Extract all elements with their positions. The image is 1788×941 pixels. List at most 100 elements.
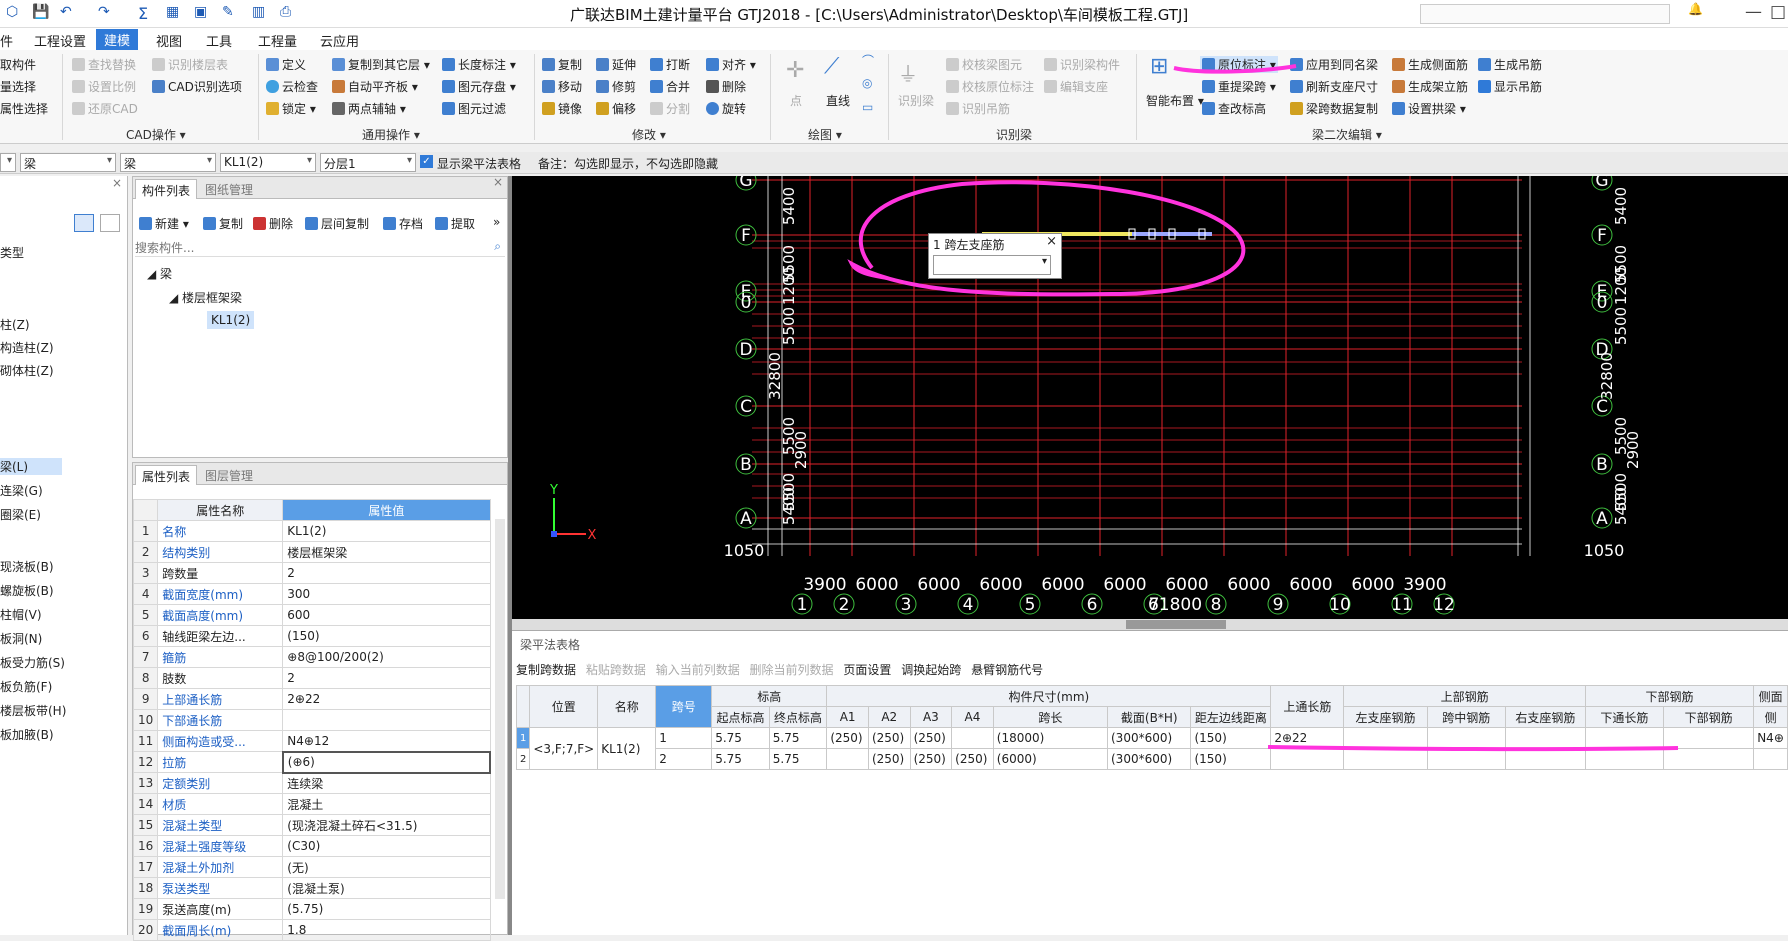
recognize-beam-icon[interactable]: ⏚ (898, 58, 918, 87)
help-search-input[interactable] (1420, 4, 1670, 24)
gen-side-bar-button[interactable]: 生成侧面筋 (1392, 56, 1468, 73)
table-cell[interactable]: (300*600) (1106, 748, 1192, 770)
property-scrollbar[interactable] (495, 519, 505, 899)
prop-row[interactable]: 6 轴线距梁左边... (150) (132, 625, 491, 647)
prop-row[interactable]: 2 结构类别 楼层框架梁 (132, 541, 491, 563)
cell-position[interactable]: <3,F;7,F> (529, 727, 599, 770)
prop-row[interactable]: 1 名称 KL1(2) (132, 520, 491, 542)
component-combo[interactable]: KL1(2) (220, 153, 316, 172)
print-icon[interactable]: ⎙ (280, 4, 291, 20)
nav-slab-neg-bar[interactable]: 板负筋(F) (0, 678, 52, 695)
tree-node-frame-beam[interactable]: ◢ 楼层框架梁 (169, 289, 242, 306)
new-component-button[interactable]: 新建 ▾ (139, 215, 189, 232)
table-cell[interactable]: (250) (826, 727, 869, 749)
recognize-beam-button[interactable]: 识别梁 (898, 92, 934, 109)
prop-value[interactable]: (C30) (282, 835, 491, 857)
prop-row[interactable]: 17 混凝土外加剂 (无) (132, 856, 491, 878)
archive-button[interactable]: 存档 (383, 215, 423, 232)
gen-erection-bar-button[interactable]: 生成架立筋 (1392, 78, 1468, 95)
edit-support-button[interactable]: 编辑支座 (1044, 78, 1108, 95)
prop-row[interactable]: 9 上部通长筋 2⊕22 (132, 688, 491, 710)
nav-column-cap[interactable]: 柱帽(V) (0, 606, 42, 623)
search-icon[interactable]: ⌕ (494, 239, 501, 254)
report-icon[interactable]: ▦ (166, 4, 179, 20)
menu-quantity[interactable]: 工程量 (258, 31, 297, 50)
type-combo[interactable]: 梁 (20, 153, 116, 172)
floor-combo[interactable] (0, 153, 16, 172)
prop-row[interactable]: 19 泵送高度(m) (5.75) (132, 898, 491, 920)
nav-masonry-column[interactable]: 砌体柱(Z) (0, 362, 54, 379)
restore-cad-button[interactable]: 还原CAD (72, 100, 138, 117)
sum-icon[interactable]: Σ (138, 4, 148, 23)
break-button[interactable]: 打断 (650, 56, 690, 73)
rect-icon[interactable]: ▭ (862, 100, 873, 114)
split-button[interactable]: 分割 (650, 100, 690, 117)
prop-row[interactable]: 11 侧面构造或受... N4⊕12 (132, 730, 491, 752)
prop-value[interactable]: 连续梁 (282, 772, 491, 794)
check-beam-button[interactable]: 校核梁图元 (946, 56, 1022, 73)
app-icon[interactable]: ⬡ (6, 4, 18, 20)
table-cell[interactable]: (250) (909, 727, 953, 749)
layer-copy-button[interactable]: 层间复制 (305, 215, 369, 232)
nav-column[interactable]: 柱(Z) (0, 316, 30, 333)
menu-tools[interactable]: 工具 (206, 31, 232, 50)
cell-name[interactable]: KL1(2) (597, 727, 657, 770)
menu-project-settings[interactable]: 工程设置 (34, 31, 86, 50)
nav-type[interactable]: 类型 (0, 244, 24, 261)
nav-slab-strip[interactable]: 楼层板带(H) (0, 702, 66, 719)
table-cell[interactable]: (18000) (992, 727, 1109, 749)
copy-component-button[interactable]: 复制 (203, 215, 243, 232)
line-icon[interactable]: ⟋ (824, 54, 839, 79)
lock-button[interactable]: 锁定 ▾ (266, 100, 316, 117)
element-save-button[interactable]: 图元存盘 ▾ (442, 78, 516, 95)
merge-button[interactable]: 合并 (650, 78, 690, 95)
refresh-support-button[interactable]: 刷新支座尺寸 (1290, 78, 1378, 95)
batch-select-button[interactable]: 量选择 (0, 78, 36, 95)
nav-slab-hole[interactable]: 板洞(N) (0, 630, 42, 647)
prop-value[interactable]: (5.75) (282, 898, 491, 920)
table-cell[interactable]: 2 (655, 748, 713, 770)
tree-node-beam[interactable]: ◢ 梁 (147, 265, 172, 282)
prop-value[interactable]: KL1(2) (282, 520, 491, 542)
nav-constructional-column[interactable]: 构造柱(Z) (0, 339, 54, 356)
prop-value[interactable]: 600 (282, 604, 491, 626)
cad-drawing[interactable]: G GF FE E0 0D DC CB BA A5400 54005500 55001200 1200… (512, 176, 1788, 619)
offset-button[interactable]: 偏移 (596, 100, 636, 117)
prop-value[interactable]: (现浇混凝土碎石<31.5) (282, 814, 491, 836)
prop-row[interactable]: 15 混凝土类型 (现浇混凝土碎石<31.5) (132, 814, 491, 836)
minimize-icon[interactable]: — (1745, 2, 1762, 22)
cad-options-button[interactable]: CAD识别选项 (152, 78, 242, 95)
table-cell[interactable] (951, 727, 994, 749)
page-setup-button[interactable]: 页面设置 (843, 663, 891, 677)
bell-icon[interactable]: 🔔 (1688, 2, 1703, 16)
drawing-canvas[interactable]: G G F F E E 0 0 D D C C B B A A 5400 5400 5500 5500 1200 1200… (512, 176, 1788, 619)
table-cell[interactable]: (250) (867, 727, 911, 749)
nav-ring-beam[interactable]: 圈梁(E) (0, 506, 41, 523)
element-filter-button[interactable]: 图元过滤 (442, 100, 506, 117)
cloud-check-button[interactable]: 云检查 (266, 78, 318, 95)
prop-row[interactable]: 4 截面宽度(mm) 300 (132, 583, 491, 605)
sub-type-combo[interactable]: 梁 (120, 153, 216, 172)
copy-button[interactable]: 复制 (542, 56, 582, 73)
prop-row[interactable]: 16 混凝土强度等级 (C30) (132, 835, 491, 857)
span-data-copy-button[interactable]: 梁跨数据复制 (1290, 100, 1378, 117)
swap-start-span-button[interactable]: 调换起始跨 (901, 663, 961, 677)
paste-span-button[interactable]: 粘贴跨数据 (586, 663, 646, 677)
align-button[interactable]: 对齐 ▾ (706, 56, 756, 73)
attr-select-button[interactable]: 属性选择 (0, 100, 48, 117)
nav-spiral-slab[interactable]: 螺旋板(B) (0, 582, 54, 599)
prop-row[interactable]: 14 材质 混凝土 (132, 793, 491, 815)
recognize-beam-comp-button[interactable]: 识别梁构件 (1044, 56, 1120, 73)
tree-node-kl1[interactable]: KL1(2) (207, 311, 255, 329)
set-scale-button[interactable]: 设置比例 (72, 78, 136, 95)
prop-row[interactable]: 7 箍筋 ⊕8@100/200(2) (132, 646, 491, 668)
gen-hanger-button[interactable]: 生成吊筋 (1478, 56, 1542, 73)
table-cell[interactable]: (6000) (992, 748, 1109, 770)
delete-button[interactable]: 删除 (706, 78, 746, 95)
find-replace-button[interactable]: 查找替换 (72, 56, 136, 73)
copy-to-layer-button[interactable]: 复制到其它层 ▾ (332, 56, 430, 73)
table-cell[interactable] (1753, 748, 1788, 770)
two-point-axis-button[interactable]: 两点辅轴 ▾ (332, 100, 406, 117)
component-search-input[interactable] (135, 239, 505, 257)
table-cell[interactable]: (300*600) (1106, 727, 1192, 749)
